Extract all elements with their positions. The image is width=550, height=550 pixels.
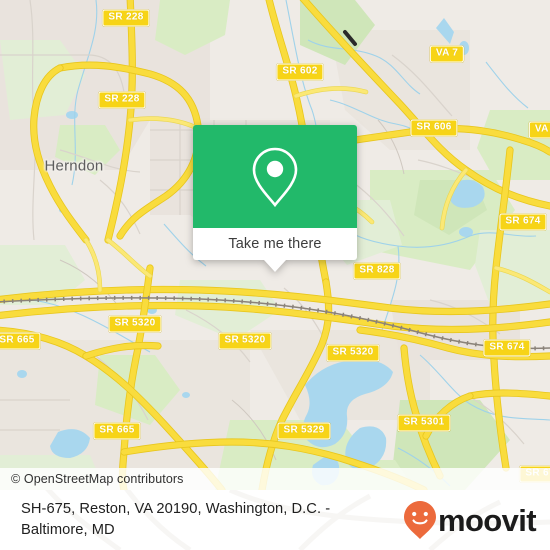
road-shield: SR 674 (483, 339, 531, 357)
road-shield: SR 5329 (277, 422, 331, 440)
location-title: SH-675, Reston, VA 20190, Washington, D.… (21, 501, 331, 538)
road-shield: VA 7 (528, 121, 550, 139)
location-popup-card[interactable]: Take me there (193, 125, 357, 272)
map-attribution-bar: © OpenStreetMap contributors (0, 468, 550, 490)
moovit-wordmark: moovit (437, 502, 537, 538)
take-me-there-label: Take me there (228, 236, 322, 252)
road-shield: SR 602 (276, 63, 324, 81)
road-shield: SR 665 (93, 422, 141, 440)
moovit-pin-icon (403, 501, 436, 539)
road-shield: SR 828 (353, 262, 401, 280)
road-shield: SR 665 (0, 332, 41, 350)
take-me-there-button[interactable]: Take me there (193, 228, 357, 260)
moovit-logo[interactable]: moovit (403, 500, 537, 540)
road-shield: SR 5320 (108, 315, 162, 333)
road-shield: SR 5320 (218, 332, 272, 350)
map-screenshot: .bg{fill:#efebe6} .park{fill:#d9ecc4} .p… (0, 0, 550, 550)
map-pin-icon (252, 147, 298, 207)
road-shield: SR 228 (98, 91, 146, 109)
map-viewport[interactable]: .bg{fill:#efebe6} .park{fill:#d9ecc4} .p… (0, 0, 550, 490)
road-shield: SR 606 (410, 119, 458, 137)
road-shield: VA 7 (429, 45, 465, 63)
popup-header (193, 125, 357, 228)
place-label-herndon: Herndon (44, 157, 104, 175)
footer-bar: SH-675, Reston, VA 20190, Washington, D.… (0, 490, 550, 550)
road-shield: SR 674 (499, 213, 547, 231)
attribution-text[interactable]: © OpenStreetMap contributors (11, 472, 184, 486)
road-shield: SR 5320 (326, 344, 380, 362)
popup-pointer-tail (264, 260, 286, 272)
road-shield: SR 5301 (397, 414, 451, 432)
road-shield: SR 228 (102, 9, 150, 27)
